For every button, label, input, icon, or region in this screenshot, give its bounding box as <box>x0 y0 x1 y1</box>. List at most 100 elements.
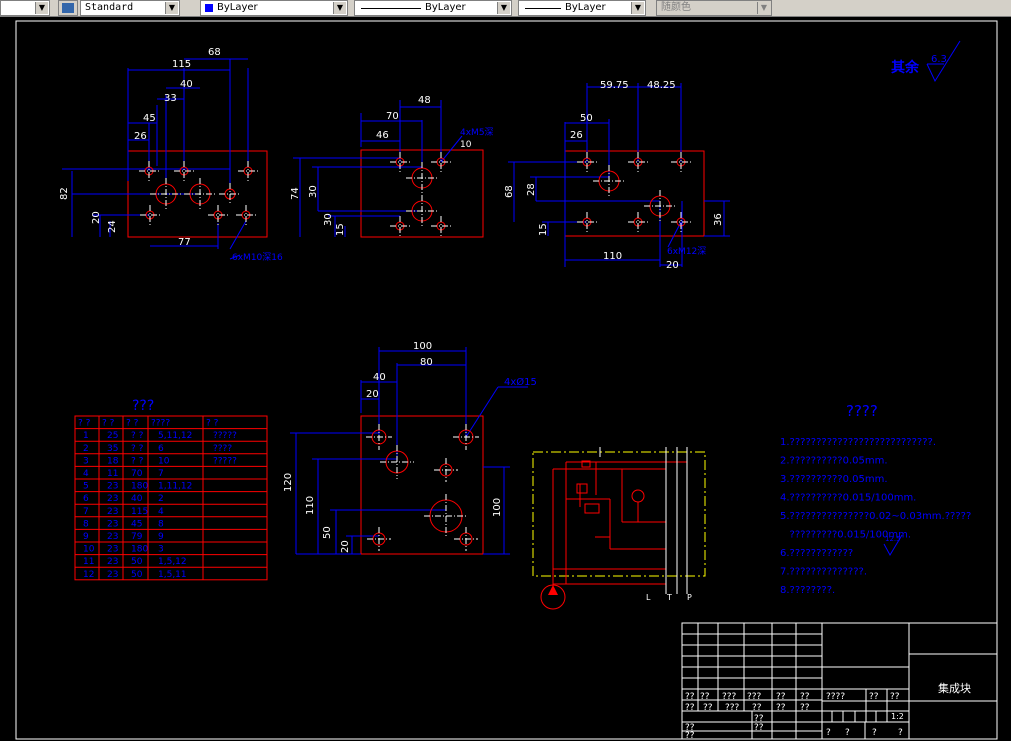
plate1-dim-45: 45 <box>143 113 156 124</box>
notes-title: ???? <box>846 402 878 420</box>
title-block-label: ? <box>845 728 850 738</box>
plate2-thread-depth: 10 <box>460 140 472 150</box>
plate4-dim-100: 100 <box>413 341 432 352</box>
title-block-label: ?? <box>700 692 710 702</box>
plate4-dim-40: 40 <box>373 372 386 383</box>
table-cell: 7 <box>158 469 164 479</box>
table-cell: 12 <box>83 570 94 580</box>
table-cell: 23 <box>107 532 118 542</box>
plate1-dim-20: 20 <box>91 211 102 224</box>
table-cell: 9 <box>158 532 164 542</box>
title-block-label: ?? <box>754 723 764 733</box>
table-cell: 45 <box>131 519 142 529</box>
text-style-icon-button[interactable] <box>58 0 78 16</box>
table-title: ??? <box>132 398 154 414</box>
chevron-down-icon[interactable]: ▼ <box>631 2 644 14</box>
layer-dropdown[interactable]: ByLayer ▼ <box>200 0 348 16</box>
table-header-cell: ???? <box>151 419 170 429</box>
plate1-dim-33: 33 <box>164 93 177 104</box>
table-cell: 23 <box>107 545 118 555</box>
title-block-label: ???? <box>826 692 845 702</box>
plate1-dim-68: 68 <box>208 47 221 58</box>
table-cell: 50 <box>131 570 143 580</box>
title-block-label: ?? <box>776 703 786 713</box>
plate4-dim-20-bottom: 20 <box>340 540 351 553</box>
note-item: 5.???????????????0.02~0.03mm.????? <box>780 511 971 522</box>
table-cell: 70 <box>131 469 143 479</box>
table-header-cell: ? ? <box>206 419 219 429</box>
note-item: 1.???????????????????????????. <box>780 437 936 448</box>
table-cell: ? ? <box>131 444 144 454</box>
text-style-dropdown[interactable]: Standard ▼ <box>80 0 180 16</box>
table-cell: 7 <box>83 507 89 517</box>
title-block-label: ?? <box>869 692 879 702</box>
plate4-dim-120: 120 <box>283 473 294 492</box>
table-cell: 11 <box>83 557 94 567</box>
properties-toolbar: ▼ Standard ▼ ByLayer ▼ ByLayer ▼ ByLayer… <box>0 0 1011 17</box>
table-cell: ? ? <box>131 456 144 466</box>
lineweight-preview-line <box>525 8 561 9</box>
table-cell: 23 <box>107 557 118 567</box>
note-item: 8.????????. <box>780 585 835 596</box>
plate2-dim-70: 70 <box>386 111 399 122</box>
plot-style-dropdown[interactable]: 随颜色 ▼ <box>656 0 772 16</box>
chevron-down-icon[interactable]: ▼ <box>497 2 510 14</box>
plate1-dim-24: 24 <box>107 220 118 233</box>
drawing-canvas[interactable]: 其余 6.3 68 115 40 33 45 26 82 20 24 77 6x… <box>0 17 1011 741</box>
lineweight-dropdown[interactable]: ByLayer ▼ <box>518 0 646 16</box>
table-cell: 5,11,12 <box>158 431 192 441</box>
plot-style-value: 随颜色 <box>661 2 691 13</box>
table-cell: 180 <box>131 545 148 555</box>
roughness-value: 6.3 <box>931 54 947 65</box>
title-block-label: ?? <box>685 703 695 713</box>
plate3-dim-110: 110 <box>603 251 622 262</box>
lineweight-value: ByLayer <box>565 2 606 13</box>
plate1-dim-77: 77 <box>178 237 191 248</box>
table-cell: 3 <box>158 545 164 555</box>
note-item: 3.??????????0.05mm. <box>780 474 888 485</box>
plate1-thread-note: 6xM10深16 <box>232 252 283 263</box>
layer-color-swatch <box>205 4 213 12</box>
table-cell: 11 <box>107 469 118 479</box>
note-item: 4.??????????0.015/100mm. <box>780 493 916 504</box>
table-cell: 9 <box>83 532 89 542</box>
plate4-dim-110: 110 <box>305 496 316 515</box>
table-cell: 1 <box>83 431 89 441</box>
drawing-name: 集成块 <box>938 681 971 695</box>
table-cell: ???? <box>213 444 232 454</box>
title-block-label: ? <box>872 728 877 738</box>
title-block-label: ??? <box>722 692 737 702</box>
table-cell: 1,11,12 <box>158 482 192 492</box>
linetype-dropdown[interactable]: ByLayer ▼ <box>354 0 512 16</box>
table-cell: 10 <box>158 456 170 466</box>
chevron-down-icon[interactable]: ▼ <box>757 2 770 14</box>
table-header-cell: ? ? <box>78 419 91 429</box>
plate2-dim-74: 74 <box>290 187 301 200</box>
plate3-dim-36: 36 <box>713 213 724 226</box>
table-cell: 25 <box>107 431 118 441</box>
table-cell: 10 <box>83 545 95 555</box>
plate4-dim-20: 20 <box>366 389 379 400</box>
chevron-down-icon[interactable]: ▼ <box>35 2 48 14</box>
chevron-down-icon[interactable]: ▼ <box>165 2 178 14</box>
chevron-down-icon[interactable]: ▼ <box>333 2 346 14</box>
table-cell: 23 <box>107 519 118 529</box>
linetype-value: ByLayer <box>425 2 466 13</box>
plate2-dim-30a: 30 <box>308 185 319 198</box>
plate3-dim-15: 15 <box>538 223 549 236</box>
table-header-cell: ? ? <box>126 419 139 429</box>
plate3-dim-26: 26 <box>570 130 583 141</box>
plate4-dim-100-side: 100 <box>492 498 503 517</box>
plate2-dim-46: 46 <box>376 130 389 141</box>
table-cell: 115 <box>131 507 148 517</box>
plate1-dim-82: 82 <box>59 187 70 200</box>
title-block-label: ?? <box>685 731 695 741</box>
table-cell: 18 <box>107 456 119 466</box>
drawing-scale: 1:2 <box>891 712 904 721</box>
toolbar-left-dropdown[interactable]: ▼ <box>0 0 50 16</box>
plate3-dim-20: 20 <box>666 260 679 271</box>
roughness-label: 其余 <box>891 59 920 76</box>
table-cell: 23 <box>107 507 118 517</box>
table-header-cell: ? ? <box>102 419 115 429</box>
table-cell: 1,5,12 <box>158 557 187 567</box>
